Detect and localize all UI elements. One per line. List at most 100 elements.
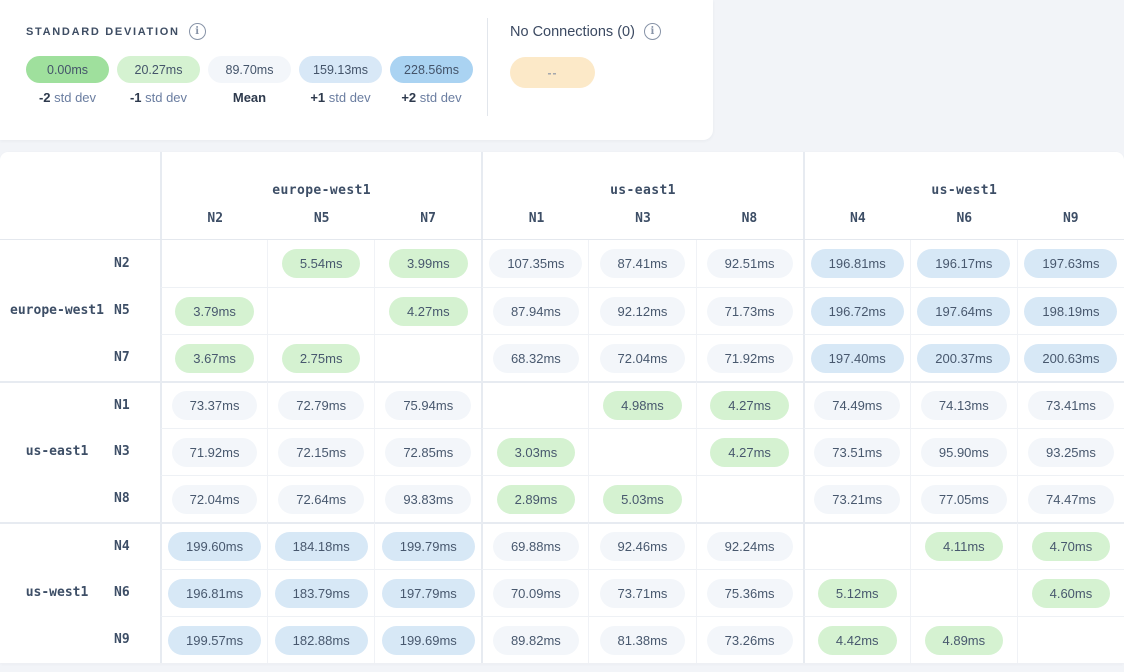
latency-pill[interactable]: 4.42ms [818, 626, 897, 655]
row-label-cell: N2 [0, 240, 160, 287]
matrix-body: N2 5.54ms 3.99ms 107.35ms 87.41ms 92.51ms 196.… [0, 240, 1124, 663]
latency-pill[interactable]: 72.04ms [172, 485, 258, 514]
latency-pill[interactable]: 199.57ms [168, 626, 261, 655]
latency-cell [1017, 616, 1124, 663]
latency-pill[interactable]: 182.88ms [275, 626, 368, 655]
latency-pill[interactable]: 71.92ms [707, 344, 793, 373]
info-icon[interactable]: i [644, 23, 661, 40]
latency-pill[interactable]: 197.40ms [811, 344, 904, 373]
latency-pill[interactable]: 107.35ms [489, 249, 582, 278]
latency-pill[interactable]: 73.71ms [600, 579, 686, 608]
latency-pill[interactable]: 72.15ms [278, 438, 364, 467]
latency-pill[interactable]: 93.25ms [1028, 438, 1114, 467]
latency-pill[interactable]: 73.41ms [1028, 391, 1114, 420]
latency-pill[interactable]: 73.51ms [814, 438, 900, 467]
latency-pill[interactable]: 197.64ms [917, 297, 1010, 326]
latency-cell: 196.81ms [160, 569, 267, 616]
latency-pill[interactable]: 196.72ms [811, 297, 904, 326]
latency-cell: 70.09ms [481, 569, 588, 616]
latency-cell: 71.92ms [696, 334, 803, 381]
latency-pill[interactable]: 4.89ms [925, 626, 1004, 655]
latency-pill[interactable]: 89.82ms [493, 626, 579, 655]
legend-stop-label: +2 std dev [390, 90, 473, 105]
latency-pill[interactable]: 74.47ms [1028, 485, 1114, 514]
latency-pill[interactable]: 92.51ms [707, 249, 793, 278]
latency-pill[interactable]: 198.19ms [1024, 297, 1117, 326]
latency-pill[interactable]: 4.98ms [603, 391, 682, 420]
latency-pill[interactable]: 3.67ms [175, 344, 254, 373]
latency-pill[interactable]: 72.85ms [385, 438, 471, 467]
latency-pill[interactable]: 72.64ms [278, 485, 364, 514]
latency-pill[interactable]: 5.03ms [603, 485, 682, 514]
latency-pill[interactable]: 75.94ms [385, 391, 471, 420]
latency-pill[interactable]: 72.79ms [278, 391, 364, 420]
latency-pill[interactable]: 74.13ms [921, 391, 1007, 420]
latency-pill[interactable]: 3.03ms [497, 438, 576, 467]
latency-pill[interactable]: 4.11ms [925, 532, 1003, 561]
latency-pill[interactable]: 77.05ms [921, 485, 1007, 514]
latency-pill[interactable]: 197.79ms [382, 579, 475, 608]
latency-pill[interactable]: 200.63ms [1024, 344, 1117, 373]
latency-pill[interactable]: 196.81ms [811, 249, 904, 278]
latency-pill[interactable]: 71.73ms [707, 297, 793, 326]
latency-pill[interactable]: 68.32ms [493, 344, 579, 373]
header-node-label: N7 [375, 211, 481, 226]
latency-pill[interactable]: 3.79ms [175, 297, 254, 326]
latency-pill[interactable]: 200.37ms [917, 344, 1010, 373]
header-region-label: europe-west1 [162, 183, 481, 198]
latency-pill[interactable]: 4.27ms [710, 391, 789, 420]
vertical-divider [487, 18, 488, 116]
latency-pill[interactable]: 4.27ms [710, 438, 789, 467]
header-region-label: us-east1 [483, 183, 802, 198]
latency-cell: 199.57ms [160, 616, 267, 663]
latency-pill[interactable]: 196.17ms [917, 249, 1010, 278]
latency-cell: 3.99ms [374, 240, 481, 287]
header-region-label: us-west1 [805, 183, 1124, 198]
latency-pill[interactable]: 73.26ms [707, 626, 793, 655]
latency-pill[interactable]: 183.79ms [275, 579, 368, 608]
latency-pill[interactable]: 184.18ms [275, 532, 368, 561]
latency-pill[interactable]: 5.12ms [818, 579, 897, 608]
latency-pill[interactable]: 92.46ms [600, 532, 686, 561]
latency-cell: 95.90ms [910, 428, 1017, 475]
latency-pill[interactable]: 75.36ms [707, 579, 793, 608]
latency-pill[interactable]: 81.38ms [600, 626, 686, 655]
latency-pill[interactable]: 72.04ms [600, 344, 686, 373]
latency-pill[interactable]: 95.90ms [921, 438, 1007, 467]
latency-pill[interactable]: 70.09ms [493, 579, 579, 608]
latency-pill[interactable]: 73.37ms [172, 391, 258, 420]
row-region-label: europe-west1 [0, 303, 114, 318]
latency-pill[interactable]: 199.69ms [382, 626, 475, 655]
matrix-row: N872.04ms72.64ms93.83ms2.89ms5.03ms73.21… [0, 475, 1124, 522]
latency-pill[interactable]: 4.70ms [1032, 532, 1111, 561]
latency-pill[interactable]: 73.21ms [814, 485, 900, 514]
latency-pill[interactable]: 74.49ms [814, 391, 900, 420]
matrix-row: europe-west1N5 3.79ms 4.27ms 87.94ms 92.12ms… [0, 287, 1124, 334]
latency-pill[interactable]: 199.60ms [168, 532, 261, 561]
latency-cell: 72.85ms [374, 428, 481, 475]
latency-pill[interactable]: 92.24ms [707, 532, 793, 561]
latency-pill[interactable]: 3.99ms [389, 249, 468, 278]
latency-pill[interactable]: 199.79ms [382, 532, 475, 561]
matrix-row: N9199.57ms182.88ms199.69ms89.82ms81.38ms… [0, 616, 1124, 663]
latency-pill[interactable]: 197.63ms [1024, 249, 1117, 278]
header-node-row: N4N6N9 [805, 211, 1124, 226]
latency-pill[interactable]: 5.54ms [282, 249, 361, 278]
no-connections-pill: -- [510, 57, 595, 88]
latency-pill[interactable]: 4.60ms [1032, 579, 1111, 608]
latency-pill[interactable]: 93.83ms [385, 485, 471, 514]
latency-cell: 3.03ms [481, 428, 588, 475]
latency-pill[interactable]: 2.89ms [497, 485, 576, 514]
latency-pill[interactable]: 92.12ms [600, 297, 686, 326]
latency-pill[interactable]: 87.41ms [600, 249, 686, 278]
latency-cell: 200.37ms [910, 334, 1017, 381]
header-node-label: N6 [911, 211, 1017, 226]
latency-pill[interactable]: 71.92ms [172, 438, 258, 467]
latency-pill[interactable]: 4.27ms [389, 297, 468, 326]
row-label-cell: europe-west1N5 [0, 287, 160, 334]
latency-pill[interactable]: 87.94ms [493, 297, 579, 326]
latency-pill[interactable]: 2.75ms [282, 344, 361, 373]
latency-pill[interactable]: 69.88ms [493, 532, 579, 561]
info-icon[interactable]: i [189, 23, 206, 40]
latency-pill[interactable]: 196.81ms [168, 579, 261, 608]
